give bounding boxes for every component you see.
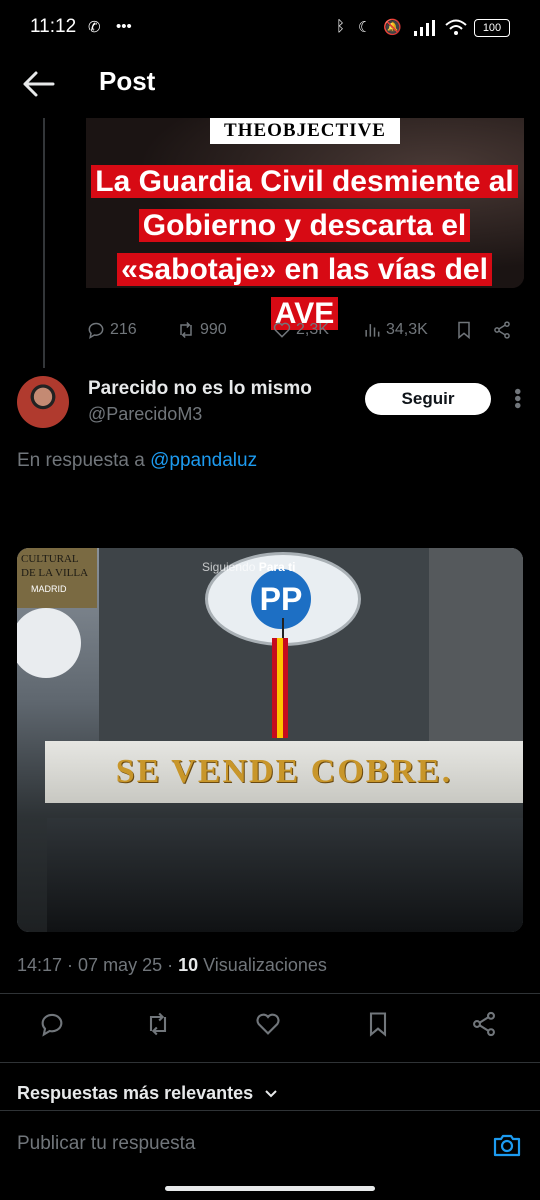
replies-sort-dropdown[interactable]: Respuestas más relevantes: [17, 1083, 278, 1104]
thread-connector-line: [43, 118, 45, 368]
signal-icon: [414, 20, 435, 36]
whatsapp-icon: ✆: [88, 19, 101, 36]
replies-sort-label: Respuestas más relevantes: [17, 1083, 254, 1103]
more-notifications-icon: •••: [116, 18, 132, 35]
post-image[interactable]: CULTURAL DE LA VILLA MADRID PP Siguiendo…: [17, 548, 523, 932]
share-button[interactable]: [470, 1010, 504, 1044]
author-avatar[interactable]: [17, 376, 69, 428]
bookmark-icon: [458, 321, 470, 340]
author-handle[interactable]: @ParecidoM3: [88, 404, 202, 425]
status-bar: 11:12 ✆ ••• ᛒ ☾ 🔕 100: [0, 0, 540, 56]
repost-icon: [180, 321, 192, 339]
divider: [0, 1110, 540, 1111]
silent-icon: 🔕: [383, 19, 402, 36]
reply-icon: [88, 322, 104, 340]
overlay-tab-siguiendo: Siguiendo: [202, 560, 256, 574]
share-icon: [473, 1011, 495, 1037]
pp-logo: PP: [251, 569, 311, 629]
back-arrow-icon[interactable]: [22, 70, 56, 98]
like-count: 2,3K: [296, 321, 329, 338]
reply-count: 216: [110, 321, 137, 338]
page-title: Post: [99, 66, 156, 96]
reply-prefix: En respuesta a: [17, 450, 145, 471]
ground-floor: [47, 818, 523, 932]
view-count: 10: [178, 955, 199, 975]
wifi-icon: [445, 19, 467, 35]
battery-icon: 100: [474, 19, 510, 37]
share-metric[interactable]: [492, 320, 512, 340]
banner: CULTURAL DE LA VILLA MADRID: [17, 548, 97, 608]
news-brand-label: THEOBJECTIVE: [210, 118, 400, 144]
headline-line-2: Gobierno y descarta el: [138, 209, 471, 242]
quoted-post-metrics: 216 990 2,3K 34,3K: [86, 320, 526, 352]
analytics-icon: [365, 324, 380, 337]
store-sign: SE VENDE COBRE.: [45, 741, 523, 803]
views-label: Visualizaciones: [198, 955, 327, 975]
bookmark-metric[interactable]: [454, 320, 474, 340]
news-headline: La Guardia Civil desmiente al Gobierno y…: [91, 160, 518, 336]
bluetooth-icon: ᛒ: [336, 18, 346, 35]
overlay-tab-para-ti: Para ti: [258, 560, 296, 574]
banner-text: CULTURAL DE LA VILLA: [21, 553, 89, 579]
more-options-icon[interactable]: •••: [505, 388, 528, 409]
repost-button[interactable]: [144, 1010, 178, 1044]
post-timestamp: 14:17 · 07 may 25 · 10 Visualizaciones: [17, 955, 327, 976]
headline-line-1: La Guardia Civil desmiente al: [91, 165, 518, 198]
bookmark-icon: [369, 1012, 387, 1037]
headline-line-3: «sabotaje» en las vías del AVE: [117, 253, 492, 330]
reply-icon: [41, 1013, 63, 1037]
reply-metric[interactable]: 216: [86, 320, 137, 340]
views-metric[interactable]: 34,3K: [362, 320, 428, 340]
chevron-down-icon: [265, 1090, 277, 1098]
home-indicator: [165, 1186, 375, 1191]
dnd-moon-icon: ☾: [358, 19, 372, 36]
like-button[interactable]: [254, 1010, 288, 1044]
sign-text: SE VENDE COBRE.: [115, 753, 453, 790]
banner-subtext: MADRID: [31, 584, 67, 594]
share-icon: [494, 321, 510, 339]
timestamp-text: 14:17 · 07 may 25 ·: [17, 955, 179, 975]
like-metric[interactable]: 2,3K: [272, 320, 329, 340]
repost-metric[interactable]: 990: [176, 320, 227, 340]
heart-icon: [256, 1013, 280, 1035]
heart-icon: [273, 322, 291, 338]
post-action-bar: [0, 1010, 540, 1050]
reply-input[interactable]: Publicar tu respuesta: [17, 1133, 196, 1155]
camera-icon[interactable]: [492, 1130, 522, 1160]
reply-handle-link[interactable]: @ppandaluz: [150, 450, 257, 471]
spain-flag: [272, 638, 288, 738]
repost-count: 990: [200, 321, 227, 338]
divider: [0, 1062, 540, 1063]
battery-level: 100: [482, 22, 502, 34]
follow-button[interactable]: Seguir: [365, 383, 491, 415]
reply-button[interactable]: [38, 1010, 72, 1044]
repost-icon: [149, 1012, 167, 1036]
views-count: 34,3K: [386, 321, 428, 338]
bookmark-button[interactable]: [364, 1010, 398, 1044]
author-name[interactable]: Parecido no es lo mismo: [88, 378, 312, 400]
status-time: 11:12: [30, 16, 77, 37]
reply-context: En respuesta a @ppandaluz: [17, 450, 257, 472]
divider: [0, 993, 540, 994]
